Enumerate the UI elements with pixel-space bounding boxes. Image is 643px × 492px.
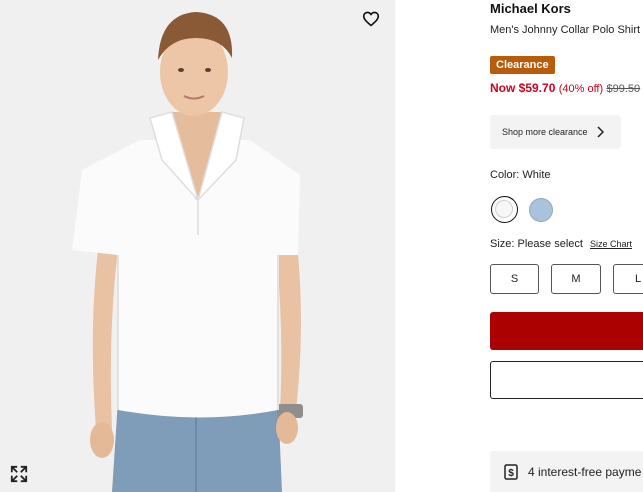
price-now: Now $59.70 xyxy=(490,81,556,95)
size-option-l[interactable]: L xyxy=(613,264,643,294)
color-label: Color: xyxy=(490,169,520,181)
product-image-pane[interactable] xyxy=(0,0,395,492)
product-title: Men's Johnny Collar Polo Shirt xyxy=(490,24,641,36)
clearance-badge: Clearance xyxy=(490,56,555,74)
size-label: Size: xyxy=(490,238,515,250)
brand-name[interactable]: Michael Kors xyxy=(490,1,571,16)
size-chart-link[interactable]: Size Chart xyxy=(590,239,632,249)
price-row: Now $59.70 (40% off) $99.50 xyxy=(490,81,640,95)
original-price: $99.50 xyxy=(606,83,641,95)
heart-icon xyxy=(362,11,380,27)
wishlist-button[interactable] xyxy=(358,8,384,30)
shop-more-label: Shop more clearance xyxy=(502,127,588,137)
chevron-right-icon xyxy=(597,126,604,138)
installments-banner[interactable]: $ 4 interest-free payme xyxy=(490,451,643,492)
color-selected-value: White xyxy=(522,169,551,181)
color-label-row: Color: White xyxy=(490,169,551,181)
size-option-s[interactable]: S xyxy=(490,264,539,294)
size-option-m[interactable]: M xyxy=(551,264,601,294)
size-label-row: Size: Please select xyxy=(490,238,583,250)
size-selected-value: Please select xyxy=(517,238,583,250)
installments-text: 4 interest-free payme xyxy=(528,464,642,479)
discount-percent: (40% off) xyxy=(558,83,604,95)
shop-more-clearance-button[interactable]: Shop more clearance xyxy=(490,115,621,149)
color-swatch-light-blue[interactable] xyxy=(529,198,553,222)
secondary-action-button[interactable] xyxy=(490,361,643,399)
product-photo xyxy=(0,0,395,492)
svg-text:$: $ xyxy=(508,468,514,479)
add-to-bag-button[interactable] xyxy=(490,312,643,350)
expand-image-button[interactable] xyxy=(8,463,30,485)
color-swatch-white[interactable] xyxy=(491,196,518,223)
dollar-sign-icon: $ xyxy=(504,463,518,480)
expand-icon xyxy=(10,465,28,483)
